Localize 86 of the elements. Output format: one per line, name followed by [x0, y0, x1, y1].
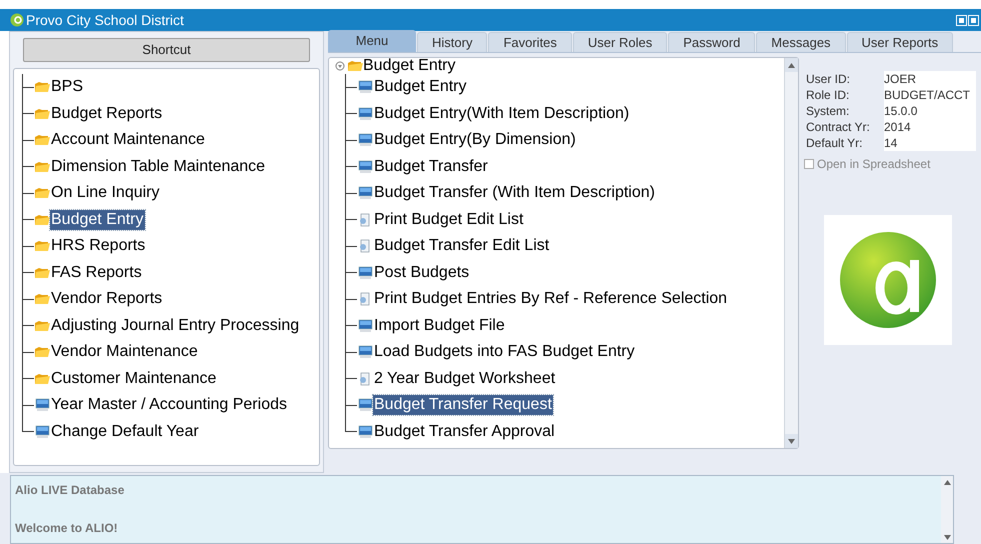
tab[interactable]: Favorites [488, 32, 572, 52]
monitor-icon [34, 424, 50, 439]
info-label: Role ID: [806, 87, 850, 103]
tree-item[interactable]: Budget Entry [363, 58, 456, 74]
monitor-icon [357, 345, 373, 360]
tree-item[interactable]: Budget Entry [373, 77, 468, 98]
folder-icon [347, 60, 363, 72]
window-title: Provo City School District [26, 10, 184, 30]
maximize-button[interactable] [969, 16, 978, 24]
tree-item[interactable]: Budget Transfer Edit List [373, 236, 550, 256]
tree-item[interactable]: 2 Year Budget Worksheet [373, 368, 556, 389]
tree-item[interactable]: Customer Maintenance [50, 368, 218, 389]
tree-item[interactable]: Change Default Year [50, 422, 200, 442]
folder-icon [34, 187, 50, 200]
info-label: System: [806, 103, 850, 119]
monitor-icon [357, 80, 373, 94]
scroll-down-icon[interactable] [944, 534, 950, 540]
folder-icon [34, 160, 50, 173]
shortcut-button[interactable]: Shortcut [23, 38, 310, 62]
tree-item[interactable]: Dimension Table Maintenance [50, 156, 266, 177]
info-value: JOER [884, 71, 976, 87]
monitor-icon [357, 266, 373, 280]
tree-item[interactable]: Print Budget Entries By Ref - Reference Selection [373, 289, 728, 310]
monitor-icon [357, 398, 373, 412]
folder-icon [34, 320, 50, 332]
folder-icon [34, 134, 50, 146]
tree-item[interactable]: Budget Transfer Request [373, 395, 553, 416]
info-value: 14 [884, 135, 976, 151]
tree-item[interactable]: Print Budget Edit List [373, 210, 524, 230]
tree-item[interactable]: Vendor Maintenance [50, 342, 199, 362]
tab[interactable]: Messages [756, 32, 846, 52]
checkbox[interactable] [804, 159, 814, 169]
tab[interactable]: Password [668, 32, 756, 52]
tab[interactable]: Menu [328, 30, 416, 52]
folder-icon [34, 293, 50, 306]
info-value: 15.0.0 [884, 103, 976, 119]
scrollbar[interactable] [941, 476, 953, 543]
scrollbar[interactable] [784, 58, 798, 448]
folder-icon [34, 214, 50, 226]
info-label: Contract Yr: [806, 119, 871, 135]
tree-item[interactable]: Account Maintenance [50, 130, 206, 150]
tree-item[interactable]: Import Budget File [373, 316, 506, 336]
info-value: BUDGET/ACCT [884, 87, 976, 103]
monitor-icon [357, 133, 373, 148]
monitor-icon [34, 398, 50, 412]
folder-icon [34, 266, 50, 279]
tree-item[interactable]: Load Budgets into FAS Budget Entry [373, 342, 636, 362]
minimize-button[interactable] [957, 16, 966, 24]
tree-item[interactable]: Budget Entry(With Item Description) [373, 104, 630, 124]
monitor-icon [357, 106, 373, 121]
tree-item[interactable]: Post Budgets [373, 262, 470, 283]
tree-item[interactable]: Budget Entry(By Dimension) [373, 130, 577, 150]
tree-item[interactable]: Budget Transfer (With Item Description) [373, 183, 656, 204]
scroll-up-icon[interactable] [788, 62, 795, 68]
tree-item[interactable]: On Line Inquiry [50, 183, 161, 204]
tab[interactable]: User Reports [846, 32, 954, 52]
tree-item[interactable]: BPS [50, 77, 84, 98]
info-label: Default Yr: [806, 135, 864, 151]
collapse-icon[interactable] [335, 61, 347, 71]
tab[interactable]: User Roles [572, 32, 668, 52]
folder-icon [34, 346, 50, 358]
tree-item[interactable]: Vendor Reports [50, 289, 164, 310]
tree-item[interactable]: Budget Transfer Approval [373, 422, 556, 442]
scroll-up-icon[interactable] [944, 480, 950, 484]
tree-item[interactable]: Budget Reports [50, 104, 164, 124]
tree-item[interactable]: Budget Transfer [373, 156, 489, 177]
folder-icon [34, 81, 50, 94]
monitor-icon [357, 160, 373, 174]
tree-item[interactable]: Year Master / Accounting Periods [50, 395, 288, 416]
info-label: User ID: [806, 71, 852, 87]
tree-item[interactable]: HRS Reports [50, 236, 146, 256]
folder-icon [34, 372, 50, 385]
tree-item[interactable]: Budget Entry [50, 210, 144, 230]
info-value: 2014 [884, 119, 976, 135]
app-logo-icon [10, 13, 24, 27]
monitor-icon [357, 186, 373, 200]
tree-item[interactable]: FAS Reports [50, 262, 143, 283]
folder-icon [34, 108, 50, 120]
scroll-down-icon[interactable] [788, 438, 795, 444]
message-text: Welcome to ALIO! [15, 520, 119, 537]
message-text: Alio LIVE Database [15, 482, 126, 499]
monitor-icon [357, 424, 373, 439]
folder-icon [34, 240, 50, 252]
tree-item[interactable]: Adjusting Journal Entry Processing [50, 316, 300, 336]
monitor-icon [357, 318, 373, 333]
tab[interactable]: History [417, 32, 488, 52]
